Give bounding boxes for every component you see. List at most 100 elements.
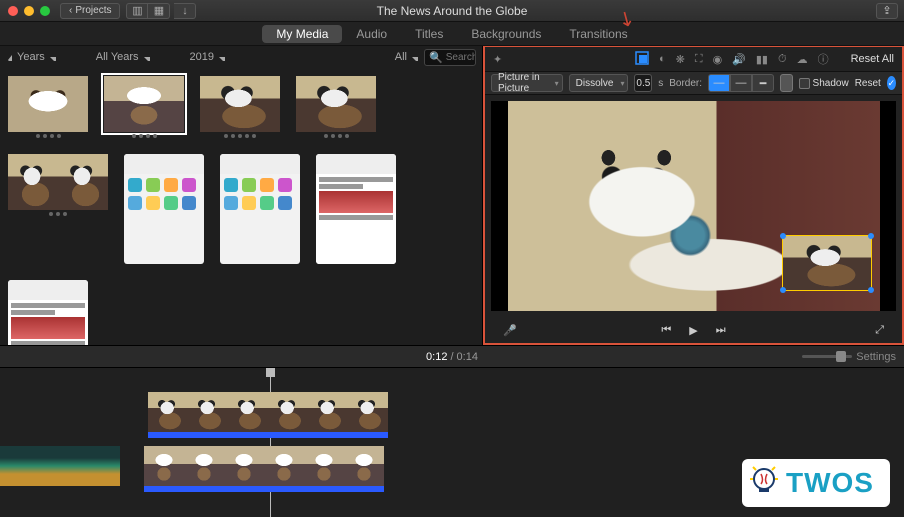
preview-canvas[interactable] <box>491 101 896 311</box>
volume-icon[interactable]: 🔊 <box>732 53 746 66</box>
back-to-projects-button[interactable]: ‹ Projects <box>60 3 120 19</box>
tab-titles[interactable]: Titles <box>401 25 457 43</box>
media-browser: Years All Years 2019 All 🔍 <box>0 46 483 345</box>
clip-thumb[interactable] <box>316 154 396 264</box>
import-button[interactable]: ↓ <box>174 3 196 19</box>
reset-all-button[interactable]: Reset All <box>851 53 894 65</box>
pip-reset-button[interactable]: Reset <box>855 78 881 89</box>
screenshot-thumb <box>124 154 204 264</box>
resize-handle[interactable] <box>868 287 874 293</box>
tab-backgrounds[interactable]: Backgrounds <box>457 25 555 43</box>
crop-icon[interactable]: ⛶ <box>695 53 703 66</box>
clip-thumb[interactable] <box>8 154 108 264</box>
timeline-clip-frame <box>224 446 264 486</box>
pip-overlay[interactable] <box>782 235 872 291</box>
layout-grid-icon[interactable]: ▦ <box>148 3 170 19</box>
resize-handle[interactable] <box>780 233 786 239</box>
timeline-track-main[interactable] <box>0 446 384 486</box>
color-correction-icon[interactable]: ❋ <box>676 53 685 66</box>
search-field[interactable]: 🔍 <box>424 49 476 66</box>
timeline-clip-frame <box>308 392 348 432</box>
search-input[interactable] <box>446 52 476 63</box>
prev-button[interactable]: ⏮ <box>661 324 671 337</box>
maximize-window-button[interactable] <box>40 6 50 16</box>
stabilize-icon[interactable]: ◉ <box>713 53 723 66</box>
clip-thumb[interactable] <box>104 76 184 138</box>
media-grid[interactable] <box>0 68 482 345</box>
chevron-down-icon <box>217 53 225 61</box>
resize-handle[interactable] <box>780 287 786 293</box>
timeline-clip-frame <box>268 392 308 432</box>
tab-audio[interactable]: Audio <box>342 25 401 43</box>
clip-thumb[interactable] <box>8 280 88 345</box>
clip-thumb[interactable] <box>200 76 280 138</box>
share-button[interactable]: ⇪ <box>876 3 898 19</box>
shadow-checkbox[interactable]: Shadow <box>799 78 849 89</box>
border-color-swatch[interactable] <box>780 74 793 92</box>
transition-dropdown[interactable]: Dissolve <box>569 74 629 92</box>
clip-image <box>8 154 58 210</box>
resize-handle[interactable] <box>868 233 874 239</box>
timeline-clip-frame <box>40 446 80 486</box>
border-label: Border: <box>669 78 702 89</box>
border-thick[interactable]: ━ <box>752 74 774 92</box>
magic-wand-icon[interactable]: ✦ <box>493 53 502 66</box>
chevron-left-icon: ‹ <box>69 5 72 16</box>
timeline-clip-frame <box>344 446 384 486</box>
clip-image <box>200 76 280 132</box>
lightbulb-icon <box>750 466 778 500</box>
info-icon[interactable]: ⓘ <box>818 51 829 67</box>
overlay-tool-icon[interactable] <box>635 51 649 68</box>
timeline-clip-frame <box>144 446 184 486</box>
fullscreen-icon[interactable]: ⤢ <box>875 324 884 337</box>
clip-thumb[interactable] <box>220 154 300 264</box>
color-balance-icon[interactable]: ◐ <box>659 53 666 65</box>
timeline-clip-frame <box>188 392 228 432</box>
all-filter[interactable]: All <box>395 51 418 63</box>
duration-field[interactable]: 0.5 <box>634 74 652 92</box>
zoom-knob[interactable] <box>836 351 846 362</box>
settings-button[interactable]: Settings <box>856 351 896 363</box>
border-thin[interactable]: — <box>730 74 752 92</box>
noise-reduction-icon[interactable]: ▮▮ <box>756 53 768 66</box>
clip-dots <box>104 134 184 138</box>
zoom-slider[interactable] <box>802 355 852 358</box>
traffic-lights <box>8 6 50 16</box>
total-time: 0:14 <box>457 351 478 363</box>
clip-thumb[interactable] <box>8 76 88 138</box>
next-button[interactable]: ⏭ <box>716 324 726 337</box>
tab-my-media[interactable]: My Media <box>262 25 342 43</box>
timeline-clip-frame <box>304 446 344 486</box>
timeline-clip-frame <box>264 446 304 486</box>
layout-list-icon[interactable]: ▥ <box>126 3 148 19</box>
all-years-label: All Years <box>96 51 139 63</box>
library-layout-toggle[interactable]: ▥ ▦ <box>126 3 170 19</box>
overlay-mode-dropdown[interactable]: Picture in Picture <box>491 74 563 92</box>
clip-filter-icon[interactable]: ☁ <box>797 53 808 66</box>
years-filter[interactable]: Years <box>6 51 56 63</box>
clip-thumb[interactable] <box>124 154 204 264</box>
border-none[interactable]: — <box>708 74 730 92</box>
play-button[interactable]: ▶ <box>689 324 697 337</box>
border-style-toggle[interactable]: — — ━ <box>708 74 774 92</box>
timeline-clip-frame <box>0 446 40 486</box>
filter-bar: Years All Years 2019 All 🔍 <box>0 46 482 68</box>
playhead[interactable] <box>270 368 271 517</box>
minimize-window-button[interactable] <box>24 6 34 16</box>
timeline-clip-frame <box>148 392 188 432</box>
timeline-clip-frame <box>228 392 268 432</box>
speed-icon[interactable]: ⏱ <box>778 53 787 66</box>
search-icon: 🔍 <box>429 51 443 64</box>
timeline-track-overlay[interactable] <box>148 392 388 432</box>
screenshot-thumb <box>8 280 88 345</box>
close-window-button[interactable] <box>8 6 18 16</box>
all-years-filter[interactable]: All Years <box>96 51 150 63</box>
logo-text: TWOS <box>786 467 874 499</box>
audio-waveform[interactable] <box>144 486 384 492</box>
year-filter[interactable]: 2019 <box>190 51 225 63</box>
clip-thumb[interactable] <box>296 76 376 138</box>
clip-dots <box>296 134 376 138</box>
audio-waveform[interactable] <box>148 432 388 438</box>
applied-indicator-icon[interactable]: ✓ <box>887 76 896 90</box>
microphone-icon[interactable]: 🎤 <box>503 324 517 337</box>
